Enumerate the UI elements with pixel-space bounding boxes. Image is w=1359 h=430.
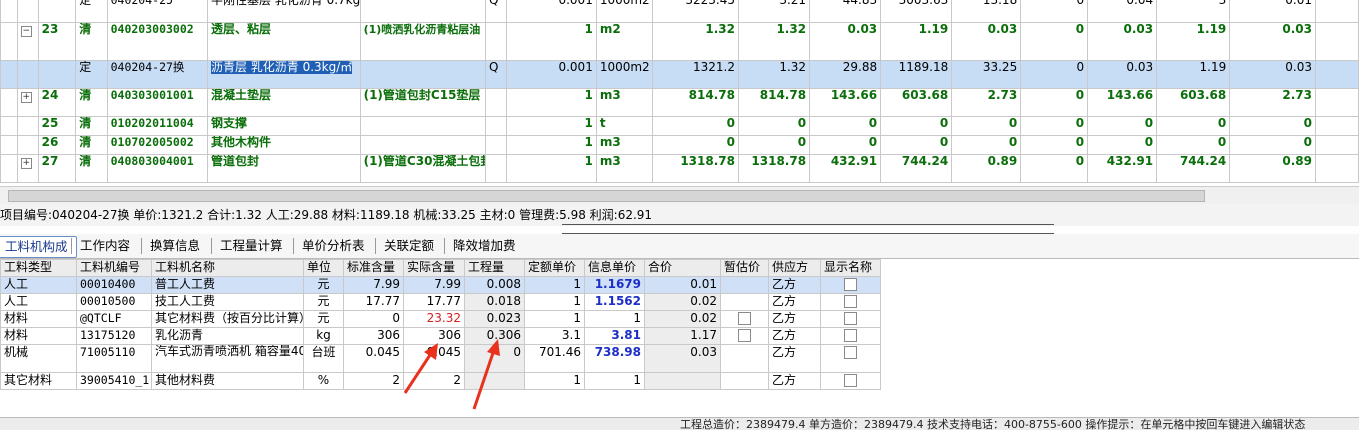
annotation-arrow-left <box>403 343 438 394</box>
annotation-arrows <box>403 339 500 410</box>
status-bar: 工程总造价：2389479.4 单方造价：2389479.4 技术支持电话：40… <box>0 417 1359 430</box>
annotation-arrow-right <box>472 339 500 410</box>
status-text: 工程总造价：2389479.4 单方造价：2389479.4 技术支持电话：40… <box>680 418 1306 430</box>
